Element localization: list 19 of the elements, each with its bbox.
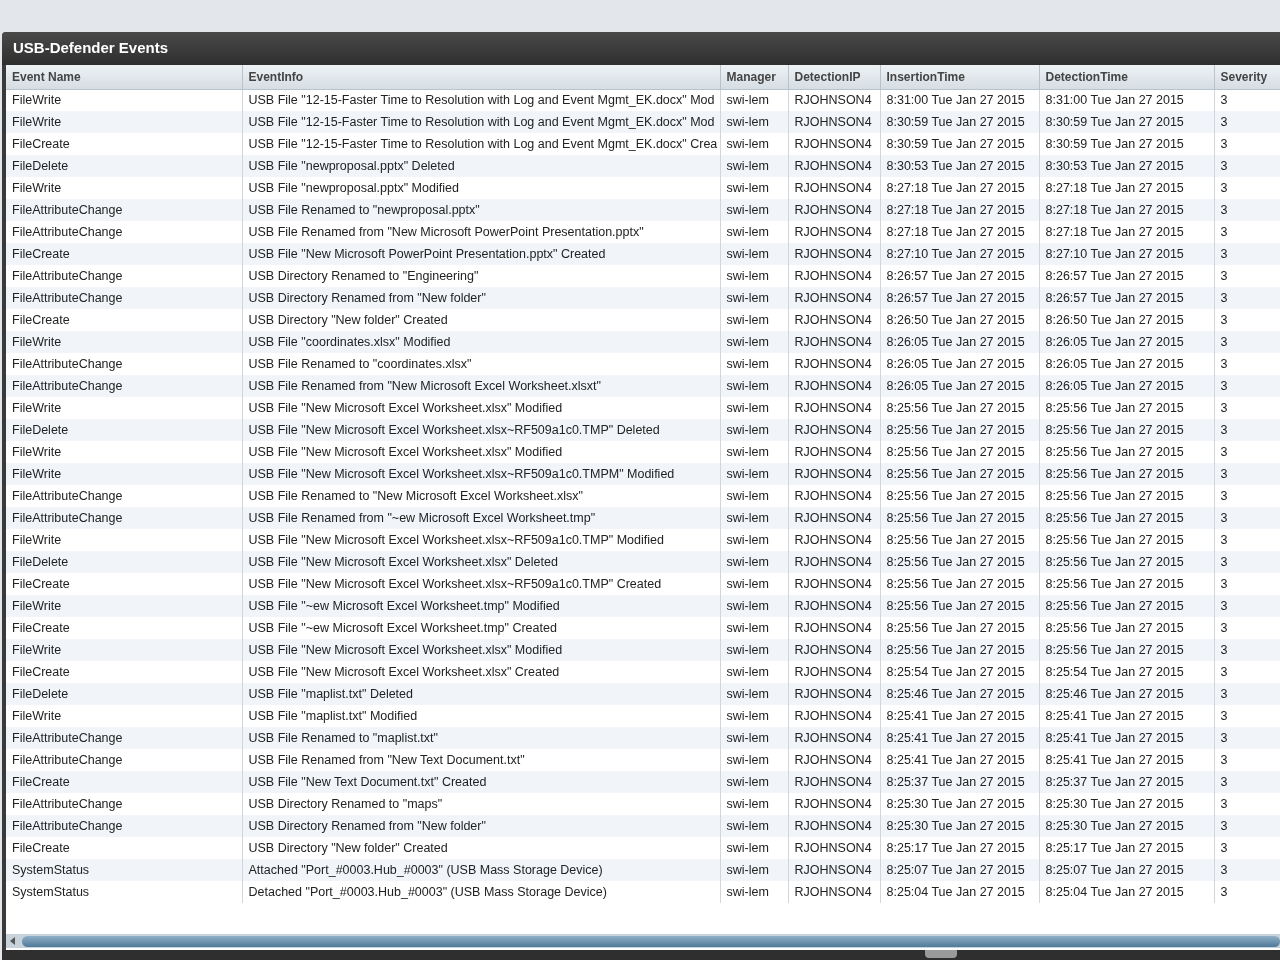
column-header[interactable]: Severity xyxy=(1214,65,1280,89)
table-cell: RJOHNSON4 xyxy=(788,881,880,903)
horizontal-scrollbar[interactable] xyxy=(6,934,1280,948)
table-cell: swi-lem xyxy=(720,881,788,903)
column-header[interactable]: DetectionIP xyxy=(788,65,880,89)
column-header[interactable]: DetectionTime xyxy=(1039,65,1214,89)
table-cell: 8:25:04 Tue Jan 27 2015 xyxy=(1039,881,1214,903)
resize-handle[interactable] xyxy=(925,950,957,958)
table-cell: 3 xyxy=(1214,881,1280,903)
left-arrow-icon[interactable] xyxy=(9,937,17,945)
column-header[interactable]: Manager xyxy=(720,65,788,89)
table-cell: 8:25:04 Tue Jan 27 2015 xyxy=(880,881,1039,903)
column-header[interactable]: EventInfo xyxy=(242,65,720,89)
column-header[interactable]: Event Name xyxy=(6,65,242,89)
table-cell: Detached "Port_#0003.Hub_#0003" (USB Mass Storage Device) xyxy=(242,881,720,903)
scrollbar-thumb[interactable] xyxy=(22,935,1280,947)
column-header[interactable]: InsertionTime xyxy=(880,65,1039,89)
panel-title: USB-Defender Events xyxy=(13,38,169,59)
table-cell: SystemStatus xyxy=(6,881,242,903)
